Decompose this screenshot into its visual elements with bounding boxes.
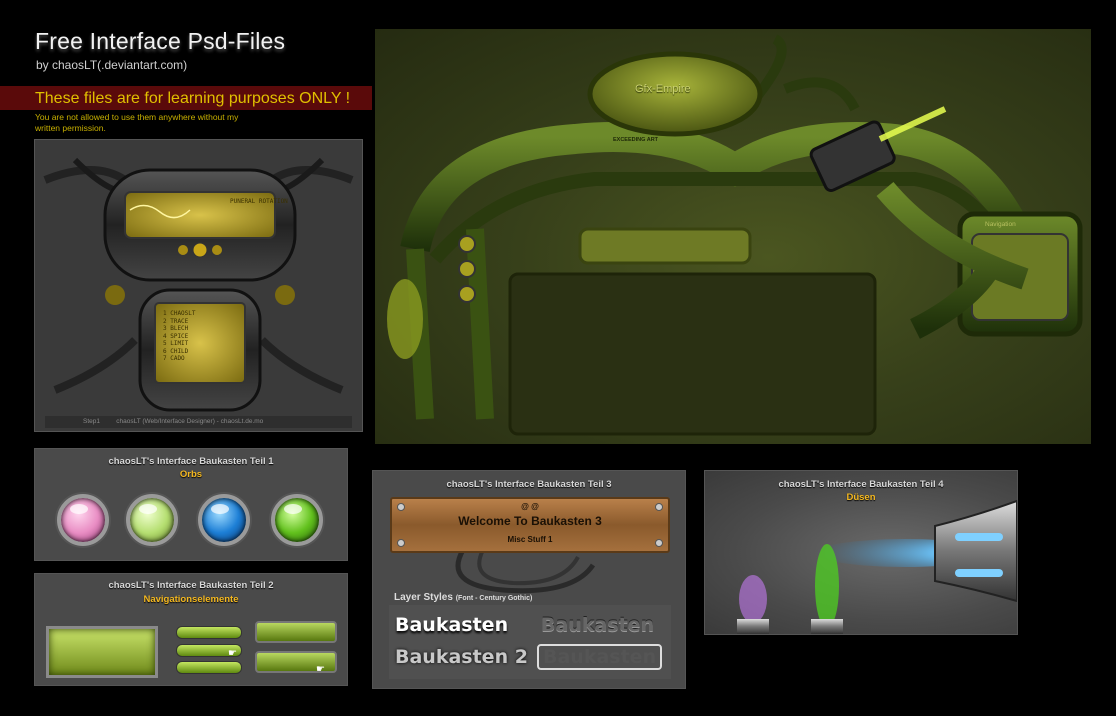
main-interface-preview: Gfx-Empire EXCEEDING ART Navigation: [375, 29, 1091, 444]
layer-style-sample-metal: Baukasten 2: [395, 646, 528, 668]
layer-styles-label: Layer Styles: [394, 592, 453, 603]
sign-main-text: Welcome To Baukasten 3: [458, 514, 602, 528]
wooden-sign: @ @ Welcome To Baukasten 3 Misc Stuff 1: [390, 497, 670, 553]
step1-menu-item[interactable]: 5 LIMIT: [163, 340, 196, 348]
lime-orb[interactable]: [126, 494, 178, 546]
navigation-elements-panel: chaosLT's Interface Baukasten Teil 2 Nav…: [34, 573, 348, 686]
orbs-panel-title: chaosLT's Interface Baukasten Teil 1: [108, 456, 274, 467]
nozzle-artwork: [737, 499, 1017, 634]
page-title: Free Interface Psd-Files: [35, 28, 286, 54]
misc-panel-title: chaosLT's Interface Baukasten Teil 3: [446, 479, 612, 490]
main-artwork: [387, 34, 1083, 436]
hand-cursor-icon: ☛: [228, 648, 237, 659]
green-orb[interactable]: [271, 494, 323, 546]
byline: by chaosLT(.deviantart.com): [36, 58, 188, 72]
nav-large-button[interactable]: [46, 626, 158, 678]
main-logo: Gfx-Empire: [635, 83, 691, 95]
step1-menu-item[interactable]: 1 CHAOSLT: [163, 310, 196, 318]
main-tagline: EXCEEDING ART: [613, 137, 659, 143]
disclaimer-text: You are not allowed to use them anywhere…: [35, 112, 239, 133]
step1-artwork: [43, 157, 354, 428]
layer-style-sample-emboss: Baukasten: [541, 614, 655, 636]
layer-style-sample-white: Baukasten: [395, 614, 509, 636]
layer-styles-font-note: (Font - Century Gothic): [455, 595, 533, 602]
step1-menu-item[interactable]: 4 SPICE: [163, 333, 196, 341]
step1-menu-item[interactable]: 6 CHILD: [163, 348, 196, 356]
main-nav-label: Navigation: [985, 221, 1016, 228]
sign-top-text: @ @: [521, 502, 539, 511]
nav-tab-button[interactable]: [255, 621, 337, 643]
warning-banner-text: These files are for learning purposes ON…: [35, 90, 351, 107]
sign-sub-text: Misc Stuff 1: [507, 535, 553, 544]
nozzles-panel: chaosLT's Interface Baukasten Teil 4 Düs…: [704, 470, 1018, 635]
nav-pill-button[interactable]: [176, 661, 242, 674]
hand-cursor-icon: ☛: [316, 664, 325, 675]
nav-pill-button[interactable]: [176, 626, 242, 639]
pink-orb[interactable]: [57, 494, 109, 546]
step1-menu-item[interactable]: 2 TRACE: [163, 318, 196, 326]
orbs-panel: chaosLT's Interface Baukasten Teil 1 Orb…: [34, 448, 348, 561]
step1-interface-preview: PUNERAL ROTATION 1 CHAOSLT 2 TRACE 3 BLE…: [34, 139, 363, 432]
misc-stuff-panel: chaosLT's Interface Baukasten Teil 3 @ @…: [372, 470, 686, 689]
orbs-panel-subtitle: Orbs: [179, 469, 203, 480]
blue-orb[interactable]: [198, 494, 250, 546]
layer-styles-heading: Layer Styles (Font - Century Gothic): [394, 592, 532, 603]
nav-panel-subtitle: Navigationselemente: [143, 594, 239, 605]
step1-menu: 1 CHAOSLT 2 TRACE 3 BLECH 4 SPICE 5 LIMI…: [163, 310, 196, 363]
layer-styles-samples: Baukasten Baukasten Baukasten 2 Baukaste…: [389, 605, 671, 679]
nav-panel-title: chaosLT's Interface Baukasten Teil 2: [108, 580, 274, 591]
step1-footer: Step1 chaosLT (Web/Interface Designer) -…: [83, 418, 264, 425]
step1-menu-item[interactable]: 7 CADO: [163, 355, 196, 363]
step1-menu-item[interactable]: 3 BLECH: [163, 325, 196, 333]
step1-screen-text: PUNERAL ROTATION: [230, 198, 288, 205]
layer-style-sample-outlined: Baukasten: [537, 644, 663, 670]
